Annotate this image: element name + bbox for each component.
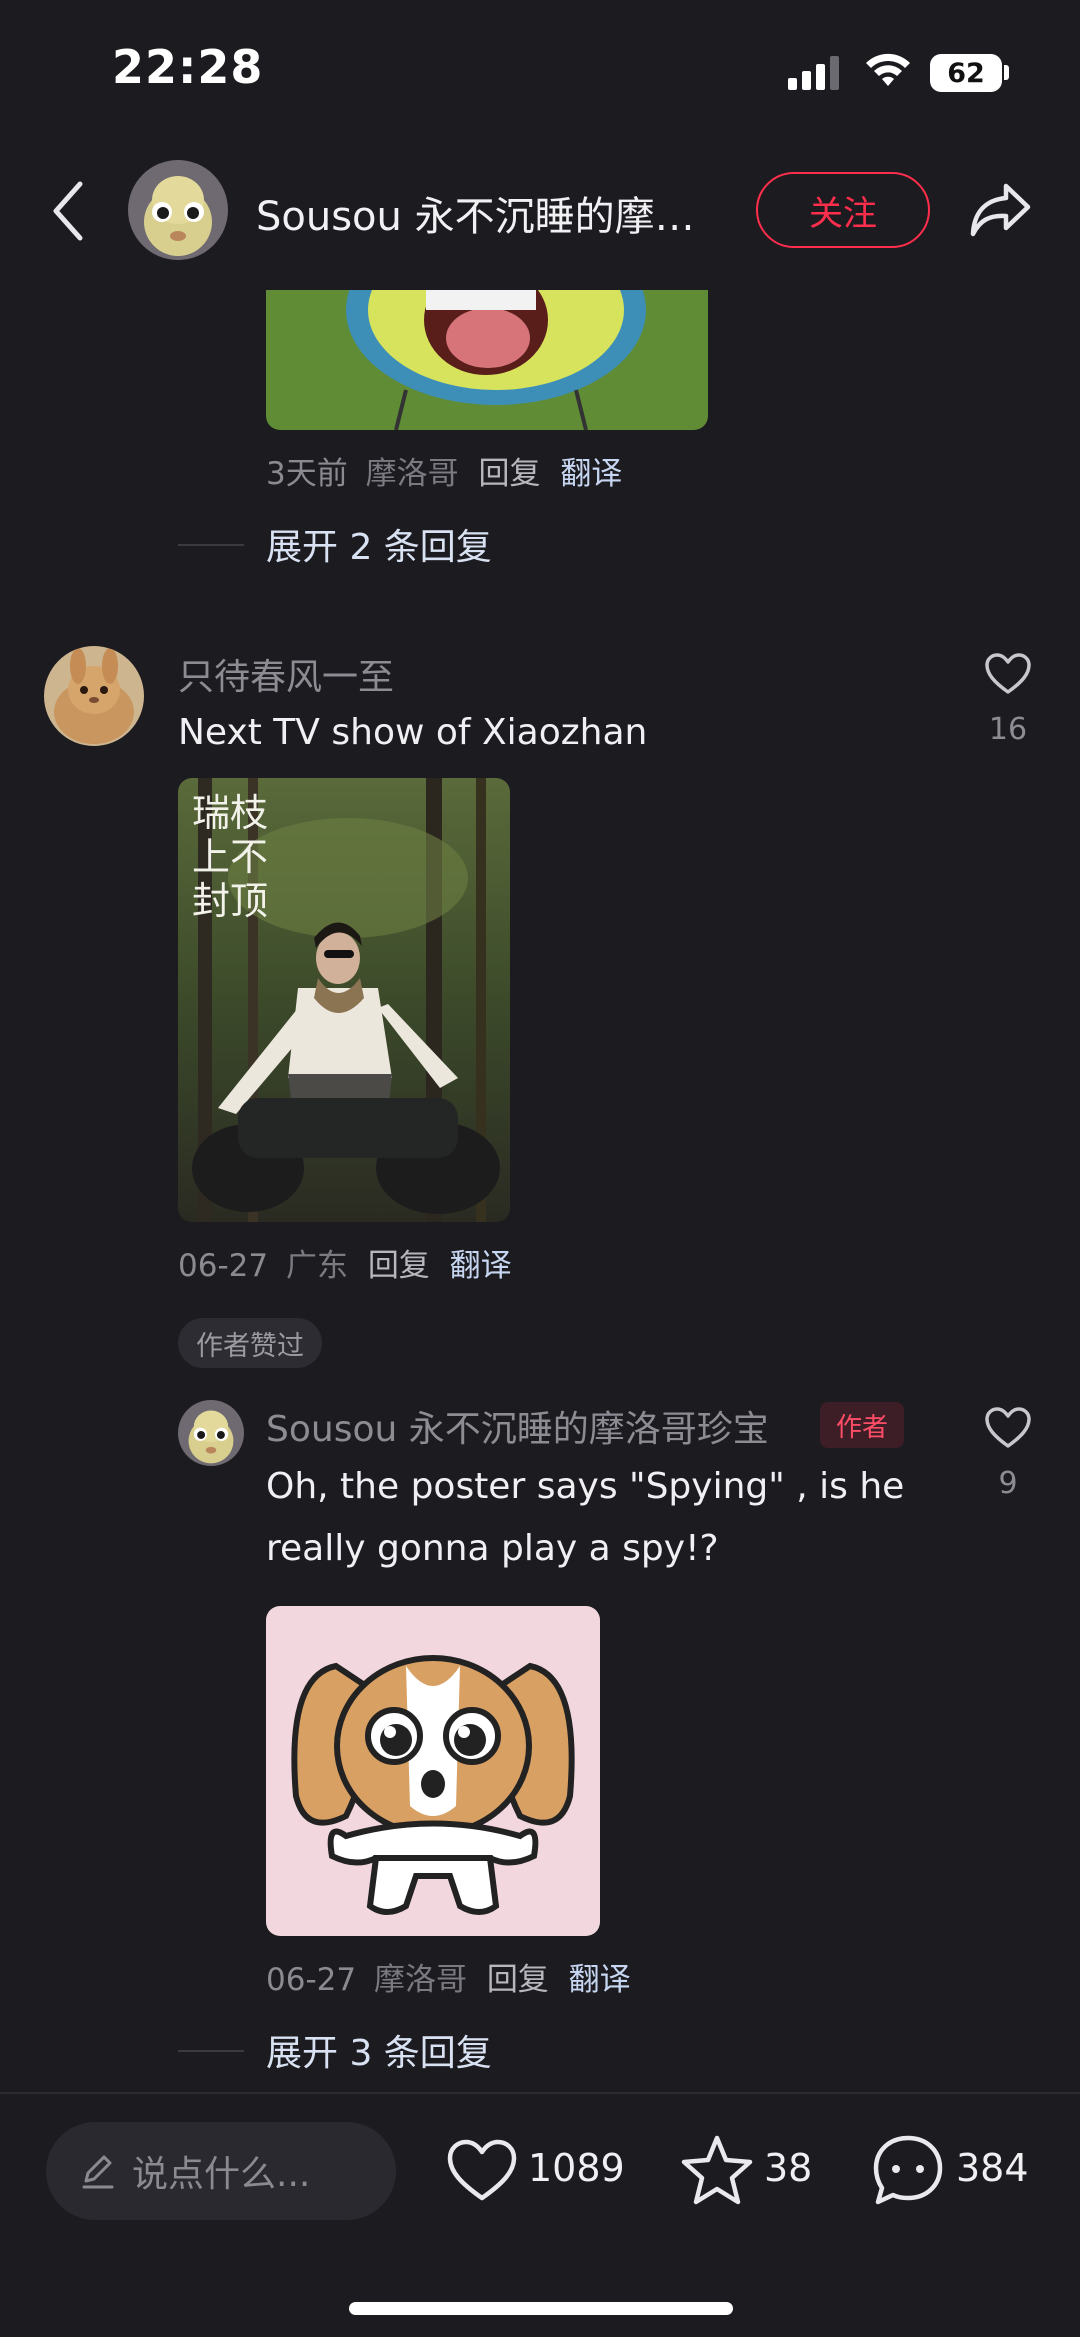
reply-sticker-image[interactable]: [266, 290, 708, 430]
poster-title-text: 瑞枝: [192, 791, 268, 835]
reply-meta: 3天前 摩洛哥 回复 翻译: [266, 448, 622, 493]
back-icon[interactable]: [50, 180, 86, 242]
poster-title-text-2: 上不: [192, 835, 268, 879]
star-icon[interactable]: [680, 2134, 754, 2206]
translate-button[interactable]: 翻译: [560, 456, 622, 492]
comment-time: 06-27: [178, 1248, 269, 1284]
reply-location: 摩洛哥: [365, 456, 459, 492]
commenter-nickname[interactable]: 只待春风一至: [178, 648, 394, 700]
comment-text: Next TV show of Xiaozhan: [178, 712, 648, 753]
reply-author-avatar[interactable]: [178, 1400, 244, 1466]
expand-replies-button[interactable]: 展开 2 条回复: [266, 518, 492, 570]
status-time: 22:28: [112, 40, 264, 94]
reply-reply-button[interactable]: 回复: [487, 1962, 549, 1998]
battery-tip: [1004, 65, 1009, 80]
expand-divider: [178, 544, 244, 546]
author-avatar[interactable]: [128, 160, 228, 260]
home-indicator: [349, 2302, 733, 2315]
comment-translate-button[interactable]: 翻译: [450, 1248, 512, 1284]
wifi-icon: [866, 53, 910, 86]
expand-replies-button-2[interactable]: 展开 3 条回复: [266, 2024, 492, 2076]
header-author-name[interactable]: Sousou 永不沉睡的摩洛哥珍宝: [256, 184, 716, 242]
like-icon[interactable]: [446, 2138, 518, 2204]
pencil-icon: [82, 2155, 114, 2189]
bottom-bar-divider: [0, 2092, 1080, 2094]
signal-icon: [788, 56, 839, 90]
reply-text: Oh, the poster says "Spying" , is he rea…: [266, 1466, 905, 1569]
comment-meta: 06-27 广东 回复 翻译: [178, 1240, 512, 1285]
reply-sticker-dog[interactable]: [266, 1606, 600, 1936]
author-liked-badge: 作者赞过: [178, 1318, 322, 1368]
follow-button[interactable]: 关注: [756, 172, 930, 248]
commenter-avatar[interactable]: [44, 646, 144, 746]
reply-meta-2: 06-27 摩洛哥 回复 翻译: [266, 1954, 631, 1999]
reply-location-2: 摩洛哥: [373, 1962, 467, 1998]
reply-author-nickname[interactable]: Sousou 永不沉睡的摩洛哥珍宝: [266, 1400, 769, 1452]
comment-like-count: 16: [988, 712, 1028, 747]
reply-translate-button[interactable]: 翻译: [569, 1962, 631, 1998]
battery-indicator: 62: [930, 54, 1002, 92]
comment-input[interactable]: 说点什么...: [46, 2122, 396, 2220]
author-tag: 作者: [820, 1402, 905, 1448]
comment-reply-button[interactable]: 回复: [368, 1248, 430, 1284]
reply-time: 3天前: [266, 456, 348, 492]
like-count: 1089: [528, 2146, 625, 2190]
comment-count: 384: [956, 2146, 1029, 2190]
poster-title-text-3: 封顶: [192, 879, 268, 923]
comment-location: 广东: [285, 1248, 348, 1284]
expand-divider-2: [178, 2050, 244, 2052]
reply-like-icon[interactable]: [984, 1406, 1032, 1450]
star-count: 38: [764, 2146, 813, 2190]
reply-like-count: 9: [998, 1466, 1018, 1501]
share-icon[interactable]: [968, 180, 1034, 240]
reply-button[interactable]: 回复: [478, 456, 540, 492]
comment-bubble-icon[interactable]: [872, 2134, 944, 2206]
reply-time-2: 06-27: [266, 1962, 357, 1998]
comment-like-icon[interactable]: [984, 652, 1032, 696]
comment-input-placeholder: 说点什么...: [132, 2154, 311, 2195]
comment-poster-image[interactable]: 瑞枝 上不 封顶: [178, 778, 510, 1222]
